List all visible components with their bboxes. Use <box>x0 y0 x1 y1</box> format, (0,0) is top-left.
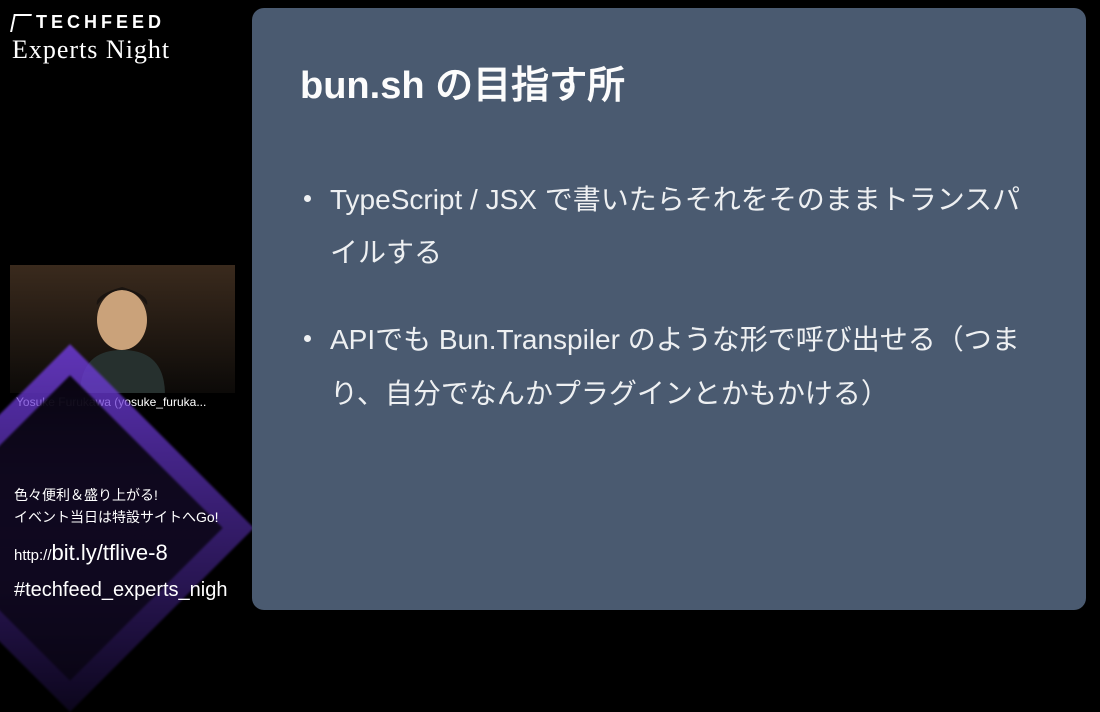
promo-line-1: 色々便利＆盛り上がる! <box>14 484 244 506</box>
brand-block: TECHFEED Experts Night <box>12 12 170 65</box>
promo-line-2: イベント当日は特設サイトへGo! <box>14 506 244 528</box>
brand-logo: TECHFEED <box>12 12 170 33</box>
promo-url-prefix: http:// <box>14 547 52 564</box>
stage: TECHFEED Experts Night Yosuke Furukawa (… <box>0 0 1100 618</box>
slide-bullet: TypeScript / JSX で書いたらそれをそのままトランスパイルする <box>300 173 1038 279</box>
promo-url-main: bit.ly/tflive-8 <box>52 540 168 565</box>
promo-url: http://bit.ly/tflive-8 <box>14 535 244 570</box>
slide-bullet-list: TypeScript / JSX で書いたらそれをそのままトランスパイルする A… <box>300 173 1038 420</box>
slide-title: bun.sh の目指す所 <box>300 54 1038 109</box>
promo-block: 色々便利＆盛り上がる! イベント当日は特設サイトへGo! http://bit.… <box>14 484 244 606</box>
brand-subtitle: Experts Night <box>12 35 170 65</box>
brand-name: TECHFEED <box>36 12 165 33</box>
slide-bullet: APIでも Bun.Transpiler のような形で呼び出せる（つまり、自分で… <box>300 313 1038 419</box>
left-column: TECHFEED Experts Night Yosuke Furukawa (… <box>0 0 240 618</box>
presentation-slide: bun.sh の目指す所 TypeScript / JSX で書いたらそれをその… <box>252 8 1086 610</box>
techfeed-mark-icon <box>10 14 32 32</box>
promo-hashtag: #techfeed_experts_nigh <box>14 574 244 606</box>
